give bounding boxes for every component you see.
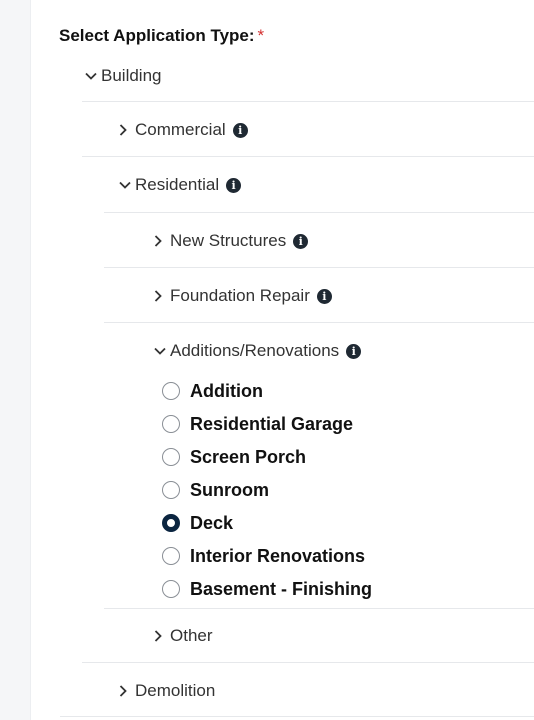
tree-item-label: Additions/Renovations: [170, 341, 340, 360]
radio-option[interactable]: Deck: [162, 510, 233, 536]
tree-item-foundation-repair[interactable]: Foundation Repair i: [154, 284, 332, 308]
tree-item-commercial[interactable]: Commercial i: [119, 118, 248, 142]
radio-label: Addition: [190, 380, 263, 401]
tree-item-label: New Structures: [170, 231, 287, 250]
tree-item-new-structures[interactable]: New Structures i: [154, 229, 309, 253]
tree-item-building[interactable]: Building: [85, 64, 162, 88]
divider: [82, 101, 534, 102]
divider: [104, 608, 534, 609]
radio-label: Interior Renovations: [190, 545, 366, 566]
tree-item-other[interactable]: Other: [154, 624, 213, 648]
radio-label: Screen Porch: [190, 446, 307, 467]
info-icon[interactable]: i: [316, 288, 332, 304]
tree-item-label: Residential: [135, 175, 220, 194]
chevron-right-icon: [119, 685, 133, 697]
radio-unchecked-icon[interactable]: [162, 547, 180, 565]
info-icon[interactable]: i: [346, 343, 362, 359]
tree-item-additions-renovations[interactable]: Additions/Renovations i: [154, 339, 362, 363]
required-mark: *: [257, 26, 265, 45]
application-type-label: Select Application Type: *: [59, 26, 264, 46]
radio-unchecked-icon[interactable]: [162, 382, 180, 400]
radio-option[interactable]: Basement - Finishing: [162, 576, 372, 602]
divider: [82, 662, 534, 663]
tree-item-demolition[interactable]: Demolition: [119, 679, 215, 703]
tree-item-residential[interactable]: Residential i: [119, 173, 242, 197]
divider: [82, 156, 534, 157]
radio-option[interactable]: Screen Porch: [162, 444, 306, 470]
radio-unchecked-icon[interactable]: [162, 580, 180, 598]
left-gutter: [0, 0, 31, 720]
info-icon[interactable]: i: [293, 233, 309, 249]
divider: [104, 322, 534, 323]
chevron-down-icon: [85, 72, 99, 80]
chevron-right-icon: [119, 124, 133, 136]
tree-item-label: Demolition: [135, 681, 216, 700]
radio-label: Basement - Finishing: [190, 578, 373, 599]
radio-unchecked-icon[interactable]: [162, 448, 180, 466]
radio-option[interactable]: Interior Renovations: [162, 543, 365, 569]
radio-option[interactable]: Sunroom: [162, 477, 269, 503]
tree-item-label: Building: [101, 66, 162, 85]
chevron-right-icon: [154, 235, 168, 247]
radio-label: Residential Garage: [190, 413, 354, 434]
tree-item-label: Foundation Repair: [170, 286, 310, 305]
radio-option[interactable]: Residential Garage: [162, 411, 353, 437]
chevron-right-icon: [154, 630, 168, 642]
radio-unchecked-icon[interactable]: [162, 481, 180, 499]
radio-unchecked-icon[interactable]: [162, 415, 180, 433]
info-icon[interactable]: i: [232, 122, 248, 138]
divider: [104, 212, 534, 213]
label-text: Select Application Type:: [59, 26, 255, 45]
chevron-right-icon: [154, 290, 168, 302]
chevron-down-icon: [154, 347, 168, 355]
radio-option[interactable]: Addition: [162, 378, 263, 404]
info-icon[interactable]: i: [226, 177, 242, 193]
radio-label: Sunroom: [190, 479, 269, 500]
radio-checked-icon[interactable]: [162, 514, 180, 532]
tree-item-label: Commercial: [135, 120, 226, 139]
tree-item-label: Other: [170, 626, 213, 645]
divider: [60, 716, 534, 717]
chevron-down-icon: [119, 181, 133, 189]
radio-label: Deck: [190, 512, 234, 533]
divider: [104, 267, 534, 268]
